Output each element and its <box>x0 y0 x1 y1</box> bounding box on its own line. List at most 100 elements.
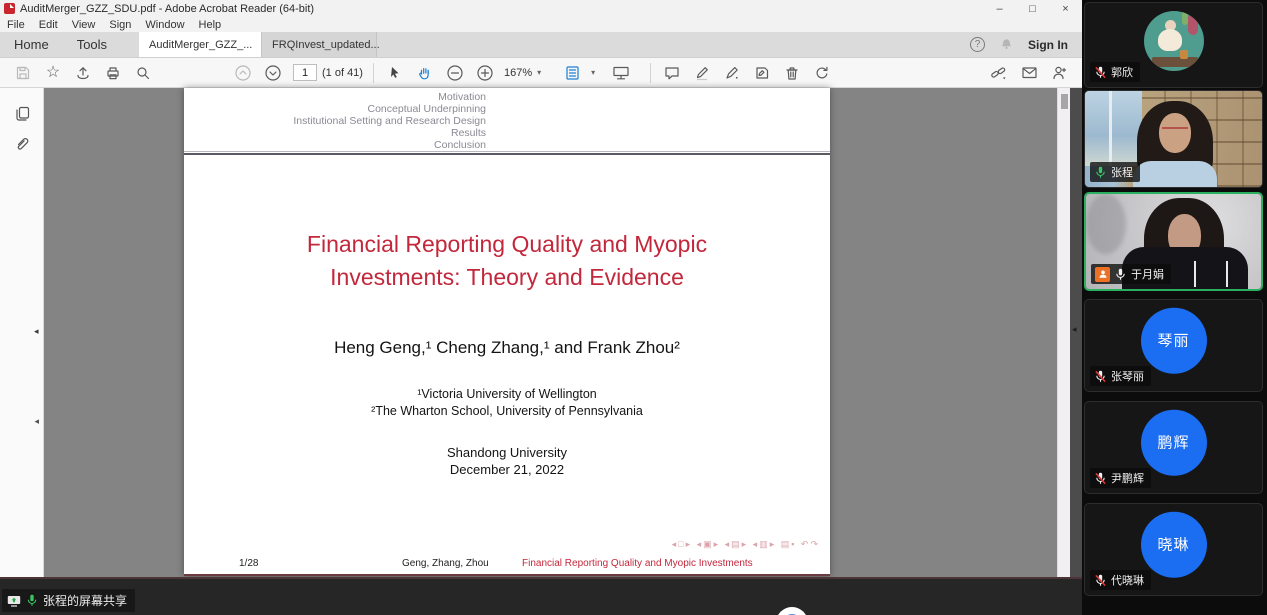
expand-panel-icon[interactable]: ◂ <box>1072 324 1077 335</box>
menu-view[interactable]: View <box>65 19 103 31</box>
bookmark-star-icon[interactable]: ☆ <box>38 60 68 86</box>
highlight-pencil-icon[interactable] <box>687 60 717 86</box>
outline-item: Conclusion <box>184 139 486 151</box>
tab-document-active[interactable]: AuditMerger_GZZ_... × <box>139 32 261 57</box>
page-number-input[interactable] <box>293 64 317 81</box>
person-silhouette <box>1226 261 1228 287</box>
menu-edit[interactable]: Edit <box>32 19 65 31</box>
close-button[interactable]: × <box>1049 0 1082 17</box>
outline-item: Motivation <box>184 91 486 103</box>
select-tool-icon[interactable] <box>380 60 410 86</box>
participant-tile[interactable]: 郭欣 <box>1084 2 1263 88</box>
participant-tile[interactable]: 晓琳 代晓琳 <box>1084 503 1263 596</box>
mic-muted-icon <box>1094 472 1107 485</box>
video-background <box>1109 91 1112 166</box>
participant-name: 于月娟 <box>1131 266 1164 282</box>
person-silhouette <box>1133 161 1217 187</box>
avatar: 琴丽 <box>1141 307 1207 373</box>
participant-tile[interactable]: 琴丽 张琴丽 <box>1084 299 1263 392</box>
toolbar-divider <box>373 63 374 83</box>
search-icon[interactable] <box>128 60 158 86</box>
menu-window[interactable]: Window <box>138 19 191 31</box>
video-background <box>1085 91 1142 166</box>
outline-item: Institutional Setting and Research Desig… <box>184 115 486 127</box>
outline-item: Conceptual Underpinning <box>184 103 486 115</box>
pdf-page[interactable]: Motivation Conceptual Underpinning Insti… <box>184 88 830 576</box>
zoom-dropdown-icon[interactable]: ▾ <box>537 68 541 77</box>
print-icon[interactable] <box>98 60 128 86</box>
share-link-icon[interactable] <box>984 60 1014 86</box>
share-upload-icon[interactable] <box>68 60 98 86</box>
vertical-scrollbar[interactable] <box>1057 88 1070 577</box>
save-icon[interactable] <box>8 60 38 86</box>
participant-name: 尹鹏辉 <box>1111 470 1144 486</box>
maximize-button[interactable]: □ <box>1016 0 1049 17</box>
zoom-in-icon[interactable] <box>470 60 500 86</box>
page-display-icon[interactable] <box>558 60 588 86</box>
meeting-float-button[interactable] <box>776 607 808 615</box>
page-display-dropdown-icon[interactable]: ▾ <box>591 68 595 77</box>
minimize-button[interactable]: – <box>983 0 1016 17</box>
tab-document-label: AuditMerger_GZZ_... <box>149 39 252 51</box>
attachments-paperclip-icon[interactable] <box>0 128 44 158</box>
sign-pen-icon[interactable] <box>717 60 747 86</box>
title-bar[interactable]: AuditMerger_GZZ_SDU.pdf - Adobe Acrobat … <box>0 0 1082 17</box>
participant-name: 代晓琳 <box>1111 572 1144 588</box>
venue-date: December 21, 2022 <box>184 461 830 478</box>
affiliation-1: ¹Victoria University of Wellington <box>184 386 830 403</box>
tab-document-inactive[interactable]: FRQInvest_updated... <box>261 32 377 57</box>
email-icon[interactable] <box>1014 60 1044 86</box>
slide-authors: Heng Geng,¹ Cheng Zhang,¹ and Frank Zhou… <box>184 338 830 358</box>
meeting-bottom-strip: 张程的屏幕共享 <box>0 577 1082 615</box>
zoom-level-value: 167% <box>504 67 532 79</box>
share-label: 张程的屏幕共享 <box>43 592 127 609</box>
fill-sign-icon[interactable] <box>747 60 777 86</box>
screen-share-icon <box>7 595 21 607</box>
footer-title: Financial Reporting Quality and Myopic I… <box>522 558 753 569</box>
video-background <box>1086 194 1126 254</box>
mic-on-icon <box>1094 166 1107 179</box>
next-page-icon[interactable] <box>258 60 288 86</box>
mic-muted-icon <box>1094 370 1107 383</box>
participant-name: 郭欣 <box>1111 64 1133 80</box>
sign-in-button[interactable]: Sign In <box>1028 38 1068 52</box>
slide-title-line1: Financial Reporting Quality and Myopic <box>184 228 830 261</box>
acrobat-window: AuditMerger_GZZ_SDU.pdf - Adobe Acrobat … <box>0 0 1082 577</box>
menu-sign[interactable]: Sign <box>102 19 138 31</box>
footer-authors: Geng, Zhang, Zhou <box>402 558 489 569</box>
toolbar-divider <box>650 63 651 83</box>
comment-icon[interactable] <box>657 60 687 86</box>
toolbar: ☆ (1 of 41) <box>0 58 1082 88</box>
beamer-nav-symbols: ◂□▸ ◂▣▸ ◂▤▸ ◂▥▸ ▤▪ ↶↷ <box>672 539 820 550</box>
rotate-icon[interactable] <box>807 60 837 86</box>
host-badge-icon <box>1095 267 1110 282</box>
menu-help[interactable]: Help <box>192 19 229 31</box>
hand-tool-icon[interactable] <box>410 60 440 86</box>
participant-tile[interactable]: 张程 <box>1084 90 1263 188</box>
slide-affiliations: ¹Victoria University of Wellington ²The … <box>184 386 830 420</box>
tab-tools[interactable]: Tools <box>63 32 121 57</box>
collapse-sidebar-icon[interactable]: ◂ <box>34 326 39 337</box>
delete-trash-icon[interactable] <box>777 60 807 86</box>
tab-home[interactable]: Home <box>0 32 63 57</box>
participant-name: 张琴丽 <box>1111 368 1144 384</box>
page-thumbnails-icon[interactable] <box>0 98 44 128</box>
participant-tile[interactable]: 鹏辉 代晓琳 尹鹏辉 <box>1084 401 1263 494</box>
mic-muted-icon <box>1094 574 1107 587</box>
notification-bell-icon[interactable] <box>999 37 1014 52</box>
previous-page-icon[interactable] <box>228 60 258 86</box>
participant-tile-active-speaker[interactable]: 于月娟 <box>1084 192 1263 291</box>
help-icon[interactable]: ? <box>970 37 985 52</box>
right-edge-strip: ◂ <box>1070 88 1082 577</box>
screen-share-indicator: 张程的屏幕共享 <box>2 589 135 612</box>
avatar: 鹏辉 <box>1141 409 1207 475</box>
avatar <box>1144 11 1204 71</box>
slide-title-line2: Investments: Theory and Evidence <box>184 261 830 294</box>
scrollbar-thumb[interactable] <box>1061 94 1068 109</box>
acrobat-logo-icon <box>4 3 15 14</box>
add-user-icon[interactable] <box>1044 60 1074 86</box>
menu-file[interactable]: File <box>0 19 32 31</box>
collapse-panel-icon[interactable]: ◂ <box>34 416 39 427</box>
presentation-mode-icon[interactable] <box>606 60 636 86</box>
zoom-out-icon[interactable] <box>440 60 470 86</box>
